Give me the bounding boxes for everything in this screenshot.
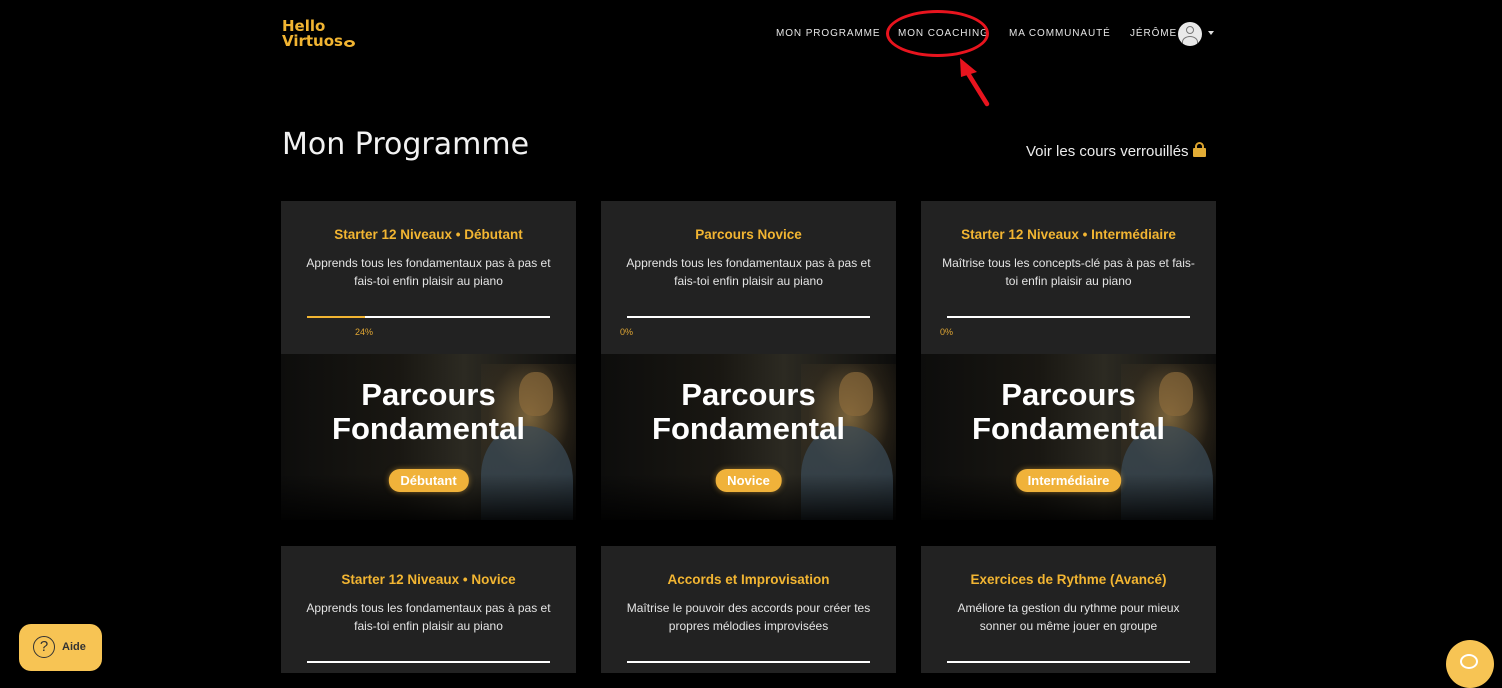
banner-title-line-1: Parcours — [361, 377, 496, 412]
nav-user-name[interactable]: JÉRÔME — [1130, 28, 1177, 39]
course-card[interactable]: Exercices de Rythme (Avancé) Améliore ta… — [921, 546, 1216, 673]
banner-title: Parcours Fondamental — [601, 378, 896, 446]
course-title: Starter 12 Niveaux • Débutant — [334, 227, 523, 242]
course-title: Accords et Improvisation — [667, 572, 830, 587]
progress-label: 24% — [355, 327, 374, 337]
level-badge: Novice — [715, 469, 782, 492]
course-card[interactable]: Parcours Novice Apprends tous les fondam… — [601, 201, 896, 520]
logo[interactable]: Hello Virtuos — [282, 19, 355, 49]
progress-bar — [947, 661, 1190, 663]
banner-title-line-2: Fondamental — [652, 411, 845, 446]
lock-icon — [1192, 142, 1206, 157]
help-label: Aide — [62, 641, 86, 653]
chevron-down-icon[interactable] — [1208, 31, 1214, 35]
progress-bar — [627, 661, 870, 663]
locked-courses-link[interactable]: Voir les cours verrouillés — [1026, 142, 1206, 160]
course-banner: Parcours Fondamental Intermédiaire — [921, 354, 1216, 520]
nav-ma-communaute[interactable]: MA COMMUNAUTÉ — [1009, 28, 1111, 39]
progress-label: 0% — [940, 327, 954, 337]
annotation-arrow — [960, 58, 990, 107]
course-description: Maîtrise le pouvoir des accords pour cré… — [626, 601, 871, 633]
chat-icon — [1460, 654, 1478, 669]
logo-line-2: Virtuos — [282, 32, 343, 50]
page-title: Mon Programme — [282, 127, 530, 162]
eye-icon — [343, 40, 355, 47]
user-avatar-icon[interactable] — [1178, 22, 1202, 46]
course-description: Améliore ta gestion du rythme pour mieux… — [957, 601, 1180, 633]
progress-bar — [627, 316, 870, 318]
course-description: Apprends tous les fondamentaux pas à pas… — [626, 256, 871, 288]
course-card[interactable]: Starter 12 Niveaux • Intermédiaire Maîtr… — [921, 201, 1216, 520]
course-title: Starter 12 Niveaux • Intermédiaire — [961, 227, 1176, 242]
banner-title: Parcours Fondamental — [921, 378, 1216, 446]
course-description: Apprends tous les fondamentaux pas à pas… — [306, 601, 551, 633]
level-badge: Débutant — [388, 469, 469, 492]
course-banner: Parcours Fondamental Novice — [601, 354, 896, 520]
course-banner: Parcours Fondamental Débutant — [281, 354, 576, 520]
progress-fill — [307, 316, 366, 318]
annotation-circle — [886, 10, 989, 57]
progress-bar — [307, 316, 550, 318]
banner-title-line-1: Parcours — [1001, 377, 1136, 412]
locked-courses-label: Voir les cours verrouillés — [1026, 143, 1189, 160]
chat-button[interactable] — [1446, 640, 1494, 688]
nav-mon-programme[interactable]: MON PROGRAMME — [776, 28, 880, 39]
course-title: Starter 12 Niveaux • Novice — [341, 572, 516, 587]
progress-bar — [307, 661, 550, 663]
course-description: Maîtrise tous les concepts-clé pas à pas… — [942, 256, 1195, 288]
banner-title: Parcours Fondamental — [281, 378, 576, 446]
course-card[interactable]: Starter 12 Niveaux • Débutant Apprends t… — [281, 201, 576, 520]
course-card[interactable]: Starter 12 Niveaux • Novice Apprends tou… — [281, 546, 576, 673]
help-button[interactable]: ? Aide — [19, 624, 102, 671]
progress-bar — [947, 316, 1190, 318]
banner-title-line-2: Fondamental — [332, 411, 525, 446]
course-description: Apprends tous les fondamentaux pas à pas… — [306, 256, 551, 288]
course-title: Exercices de Rythme (Avancé) — [970, 572, 1167, 587]
banner-title-line-2: Fondamental — [972, 411, 1165, 446]
banner-title-line-1: Parcours — [681, 377, 816, 412]
progress-label: 0% — [620, 327, 634, 337]
level-badge: Intermédiaire — [1015, 469, 1122, 492]
course-card[interactable]: Accords et Improvisation Maîtrise le pou… — [601, 546, 896, 673]
question-icon: ? — [33, 636, 55, 658]
course-title: Parcours Novice — [695, 227, 802, 242]
